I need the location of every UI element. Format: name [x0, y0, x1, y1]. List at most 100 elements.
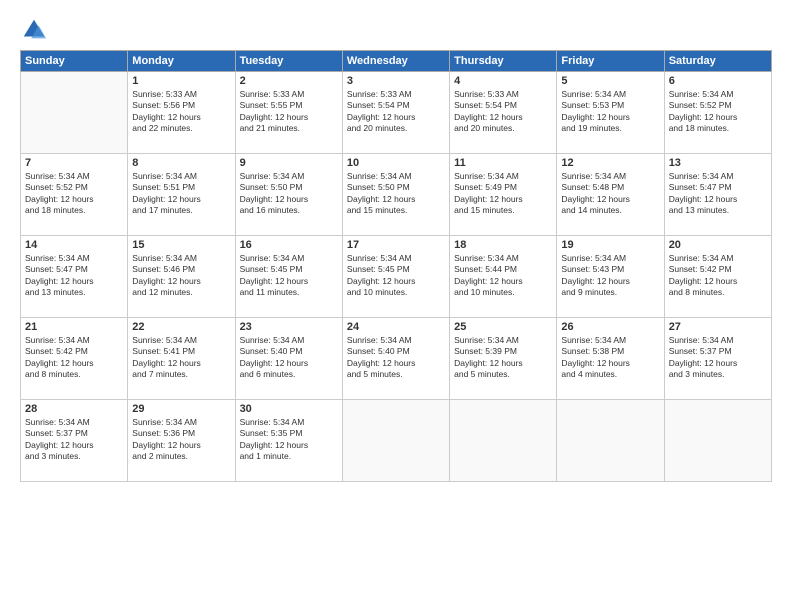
- cell-info: Sunrise: 5:34 AM Sunset: 5:50 PM Dayligh…: [240, 171, 338, 217]
- cell-info: Sunrise: 5:34 AM Sunset: 5:53 PM Dayligh…: [561, 89, 659, 135]
- calendar-table: SundayMondayTuesdayWednesdayThursdayFrid…: [20, 50, 772, 482]
- col-header-saturday: Saturday: [664, 51, 771, 72]
- calendar-cell: [450, 400, 557, 482]
- calendar-cell: 13 Sunrise: 5:34 AM Sunset: 5:47 PM Dayli…: [664, 154, 771, 236]
- header: [20, 16, 772, 44]
- cell-info: Sunrise: 5:34 AM Sunset: 5:45 PM Dayligh…: [347, 253, 445, 299]
- calendar-cell: 7 Sunrise: 5:34 AM Sunset: 5:52 PM Daylig…: [21, 154, 128, 236]
- cell-info: Sunrise: 5:34 AM Sunset: 5:50 PM Dayligh…: [347, 171, 445, 217]
- calendar-cell: 6Sunrise: 5:34 AM Sunset: 5:52 PM Daylig…: [664, 72, 771, 154]
- day-number: 3: [347, 75, 445, 87]
- calendar-cell: [557, 400, 664, 482]
- calendar-cell: 22 Sunrise: 5:34 AM Sunset: 5:41 PM Dayli…: [128, 318, 235, 400]
- day-number: 1: [132, 75, 230, 87]
- day-number: 15: [132, 239, 230, 251]
- day-number: 12: [561, 157, 659, 169]
- day-number: 26: [561, 321, 659, 333]
- cell-info: Sunrise: 5:34 AM Sunset: 5:37 PM Dayligh…: [25, 417, 123, 463]
- col-header-wednesday: Wednesday: [342, 51, 449, 72]
- day-number: 8: [132, 157, 230, 169]
- calendar-cell: 20 Sunrise: 5:34 AM Sunset: 5:42 PM Dayli…: [664, 236, 771, 318]
- day-number: 22: [132, 321, 230, 333]
- col-header-thursday: Thursday: [450, 51, 557, 72]
- calendar-cell: 5 Sunrise: 5:34 AM Sunset: 5:53 PM Daylig…: [557, 72, 664, 154]
- day-number: 6: [669, 75, 767, 87]
- col-header-sunday: Sunday: [21, 51, 128, 72]
- calendar-cell: 25Sunrise: 5:34 AM Sunset: 5:39 PM Dayli…: [450, 318, 557, 400]
- cell-info: Sunrise: 5:34 AM Sunset: 5:43 PM Dayligh…: [561, 253, 659, 299]
- cell-info: Sunrise: 5:34 AM Sunset: 5:40 PM Dayligh…: [347, 335, 445, 381]
- cell-info: Sunrise: 5:34 AM Sunset: 5:42 PM Dayligh…: [669, 253, 767, 299]
- day-number: 13: [669, 157, 767, 169]
- calendar-cell: 1 Sunrise: 5:33 AM Sunset: 5:56 PM Daylig…: [128, 72, 235, 154]
- calendar-header-row: SundayMondayTuesdayWednesdayThursdayFrid…: [21, 51, 772, 72]
- calendar-cell: 23 Sunrise: 5:34 AM Sunset: 5:40 PM Dayli…: [235, 318, 342, 400]
- calendar-cell: [664, 400, 771, 482]
- calendar-cell: 3 Sunrise: 5:33 AM Sunset: 5:54 PM Daylig…: [342, 72, 449, 154]
- day-number: 17: [347, 239, 445, 251]
- cell-info: Sunrise: 5:33 AM Sunset: 5:54 PM Dayligh…: [454, 89, 552, 135]
- calendar-cell: 19 Sunrise: 5:34 AM Sunset: 5:43 PM Dayli…: [557, 236, 664, 318]
- logo: [20, 16, 52, 44]
- day-number: 9: [240, 157, 338, 169]
- calendar-cell: 9 Sunrise: 5:34 AM Sunset: 5:50 PM Daylig…: [235, 154, 342, 236]
- day-number: 21: [25, 321, 123, 333]
- calendar-cell: 14Sunrise: 5:34 AM Sunset: 5:47 PM Dayli…: [21, 236, 128, 318]
- day-number: 28: [25, 403, 123, 415]
- cell-info: Sunrise: 5:33 AM Sunset: 5:54 PM Dayligh…: [347, 89, 445, 135]
- day-number: 5: [561, 75, 659, 87]
- cell-info: Sunrise: 5:34 AM Sunset: 5:47 PM Dayligh…: [669, 171, 767, 217]
- day-number: 4: [454, 75, 552, 87]
- week-row-1: 1 Sunrise: 5:33 AM Sunset: 5:56 PM Daylig…: [21, 72, 772, 154]
- day-number: 18: [454, 239, 552, 251]
- day-number: 20: [669, 239, 767, 251]
- calendar-cell: 8 Sunrise: 5:34 AM Sunset: 5:51 PM Daylig…: [128, 154, 235, 236]
- calendar-cell: 21 Sunrise: 5:34 AM Sunset: 5:42 PM Dayli…: [21, 318, 128, 400]
- calendar-cell: 27 Sunrise: 5:34 AM Sunset: 5:37 PM Dayli…: [664, 318, 771, 400]
- day-number: 14: [25, 239, 123, 251]
- logo-icon: [20, 16, 48, 44]
- cell-info: Sunrise: 5:34 AM Sunset: 5:36 PM Dayligh…: [132, 417, 230, 463]
- cell-info: Sunrise: 5:34 AM Sunset: 5:49 PM Dayligh…: [454, 171, 552, 217]
- cell-info: Sunrise: 5:34 AM Sunset: 5:39 PM Dayligh…: [454, 335, 552, 381]
- calendar-cell: 10 Sunrise: 5:34 AM Sunset: 5:50 PM Dayli…: [342, 154, 449, 236]
- day-number: 30: [240, 403, 338, 415]
- day-number: 7: [25, 157, 123, 169]
- calendar-cell: 12 Sunrise: 5:34 AM Sunset: 5:48 PM Dayli…: [557, 154, 664, 236]
- cell-info: Sunrise: 5:34 AM Sunset: 5:51 PM Dayligh…: [132, 171, 230, 217]
- col-header-tuesday: Tuesday: [235, 51, 342, 72]
- cell-info: Sunrise: 5:33 AM Sunset: 5:56 PM Dayligh…: [132, 89, 230, 135]
- day-number: 10: [347, 157, 445, 169]
- page: SundayMondayTuesdayWednesdayThursdayFrid…: [0, 0, 792, 612]
- cell-info: Sunrise: 5:34 AM Sunset: 5:52 PM Dayligh…: [25, 171, 123, 217]
- calendar-cell: 24Sunrise: 5:34 AM Sunset: 5:40 PM Dayli…: [342, 318, 449, 400]
- cell-info: Sunrise: 5:34 AM Sunset: 5:37 PM Dayligh…: [669, 335, 767, 381]
- cell-info: Sunrise: 5:34 AM Sunset: 5:48 PM Dayligh…: [561, 171, 659, 217]
- week-row-5: 28 Sunrise: 5:34 AM Sunset: 5:37 PM Dayli…: [21, 400, 772, 482]
- calendar-cell: 18 Sunrise: 5:34 AM Sunset: 5:44 PM Dayli…: [450, 236, 557, 318]
- col-header-monday: Monday: [128, 51, 235, 72]
- cell-info: Sunrise: 5:34 AM Sunset: 5:45 PM Dayligh…: [240, 253, 338, 299]
- cell-info: Sunrise: 5:34 AM Sunset: 5:35 PM Dayligh…: [240, 417, 338, 463]
- week-row-2: 7 Sunrise: 5:34 AM Sunset: 5:52 PM Daylig…: [21, 154, 772, 236]
- cell-info: Sunrise: 5:34 AM Sunset: 5:44 PM Dayligh…: [454, 253, 552, 299]
- calendar-cell: 11Sunrise: 5:34 AM Sunset: 5:49 PM Dayli…: [450, 154, 557, 236]
- calendar-cell: 4 Sunrise: 5:33 AM Sunset: 5:54 PM Daylig…: [450, 72, 557, 154]
- calendar-cell: 28 Sunrise: 5:34 AM Sunset: 5:37 PM Dayli…: [21, 400, 128, 482]
- week-row-3: 14Sunrise: 5:34 AM Sunset: 5:47 PM Dayli…: [21, 236, 772, 318]
- day-number: 16: [240, 239, 338, 251]
- calendar-cell: 29Sunrise: 5:34 AM Sunset: 5:36 PM Dayli…: [128, 400, 235, 482]
- cell-info: Sunrise: 5:34 AM Sunset: 5:42 PM Dayligh…: [25, 335, 123, 381]
- calendar-cell: 30 Sunrise: 5:34 AM Sunset: 5:35 PM Dayli…: [235, 400, 342, 482]
- day-number: 27: [669, 321, 767, 333]
- cell-info: Sunrise: 5:34 AM Sunset: 5:46 PM Dayligh…: [132, 253, 230, 299]
- calendar-cell: [342, 400, 449, 482]
- cell-info: Sunrise: 5:34 AM Sunset: 5:40 PM Dayligh…: [240, 335, 338, 381]
- calendar-cell: 16 Sunrise: 5:34 AM Sunset: 5:45 PM Dayli…: [235, 236, 342, 318]
- calendar-cell: 2Sunrise: 5:33 AM Sunset: 5:55 PM Daylig…: [235, 72, 342, 154]
- calendar-cell: 15 Sunrise: 5:34 AM Sunset: 5:46 PM Dayli…: [128, 236, 235, 318]
- cell-info: Sunrise: 5:34 AM Sunset: 5:41 PM Dayligh…: [132, 335, 230, 381]
- day-number: 19: [561, 239, 659, 251]
- day-number: 23: [240, 321, 338, 333]
- cell-info: Sunrise: 5:33 AM Sunset: 5:55 PM Dayligh…: [240, 89, 338, 135]
